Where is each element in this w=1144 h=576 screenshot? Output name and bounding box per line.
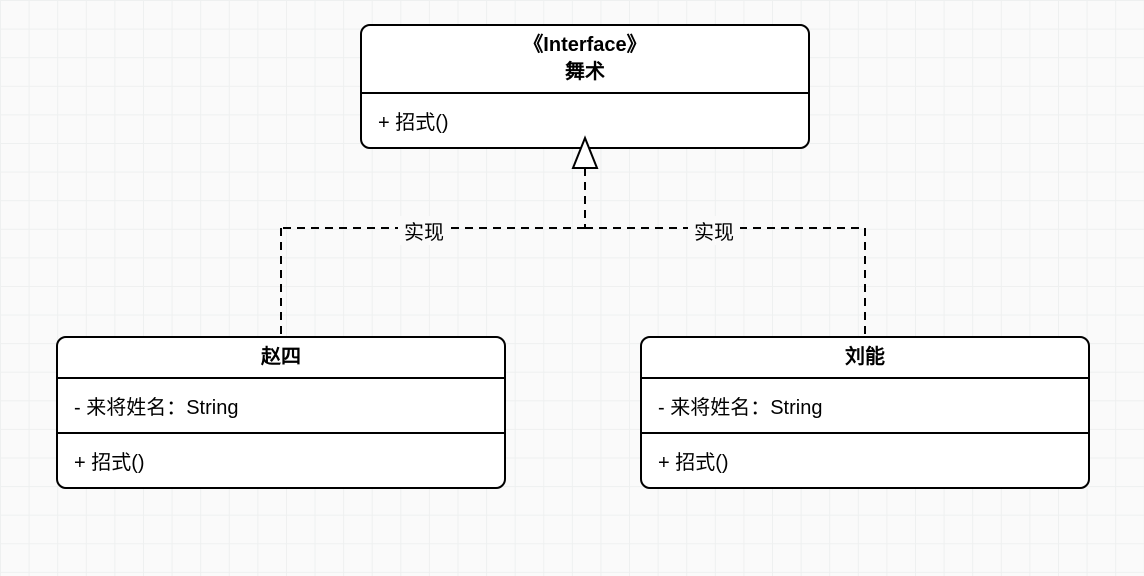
interface-name: 舞术 (565, 61, 605, 83)
class-right-attribute: - 来将姓名：String (642, 379, 1088, 434)
uml-interface-header: 《Interface》 舞术 (362, 26, 808, 94)
class-left-operation: + 招式() (58, 434, 504, 487)
uml-class-liuneng: 刘能 - 来将姓名：String + 招式() (640, 336, 1090, 489)
class-left-name: 赵四 (58, 338, 504, 379)
class-right-operation: + 招式() (642, 434, 1088, 487)
interface-operation: + 招式() (362, 94, 808, 147)
stereotype-label: 《Interface》 (372, 32, 798, 59)
class-left-attribute: - 来将姓名：String (58, 379, 504, 434)
uml-class-zhaosi: 赵四 - 来将姓名：String + 招式() (56, 336, 506, 489)
edge-label-right: 实现 (688, 216, 740, 245)
uml-interface: 《Interface》 舞术 + 招式() (360, 24, 810, 149)
edge-label-left: 实现 (398, 216, 450, 245)
class-right-name: 刘能 (642, 338, 1088, 379)
